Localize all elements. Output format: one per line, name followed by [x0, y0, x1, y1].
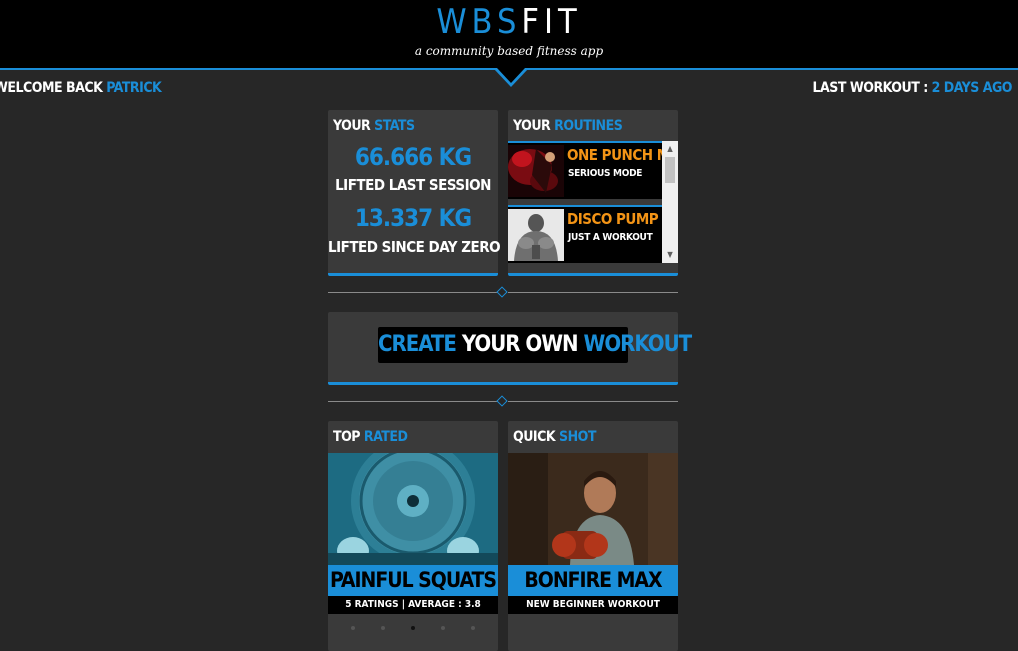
- quick-shot-title: QUICK SHOT: [513, 429, 596, 445]
- section-divider: [328, 292, 498, 293]
- routine-name: DISCO PUMP: [567, 210, 659, 228]
- quick-shot-subtitle: NEW BEGINNER WORKOUT: [508, 596, 678, 614]
- last-session-value: 66.666 KG: [354, 143, 472, 171]
- routines-list[interactable]: ONE PUNCH MAN SERIOUS MODE DISCO PUMP JU…: [508, 141, 678, 263]
- user-name[interactable]: PATRICK: [106, 80, 162, 96]
- last-workout-status: LAST WORKOUT : 2 DAYS AGO: [812, 80, 1013, 96]
- stats-card-title: YOUR STATS: [333, 118, 415, 134]
- routine-subtitle: SERIOUS MODE: [568, 168, 643, 179]
- routines-card-title: YOUR ROUTINES: [513, 118, 623, 134]
- quick-shot-card[interactable]: QUICK SHOT BONFIRE MAX NEW BEGINNER WORK…: [508, 421, 678, 651]
- section-divider: [508, 292, 678, 293]
- since-day-zero-label: LIFTED SINCE DAY ZERO: [328, 238, 501, 256]
- stats-card: YOUR STATS 66.666 KG LIFTED LAST SESSION…: [328, 110, 501, 276]
- routines-scrollbar[interactable]: ▲ ▼: [662, 141, 678, 263]
- last-session-label: LIFTED LAST SESSION: [335, 176, 491, 194]
- routine-thumbnail: [508, 209, 564, 261]
- app-tagline: a community based fitness app: [414, 44, 604, 58]
- routine-thumbnail: [508, 145, 564, 197]
- routine-item-one-punch-man[interactable]: ONE PUNCH MAN SERIOUS MODE: [508, 141, 678, 199]
- header-notch-inner: [497, 68, 525, 83]
- top-rated-rating: 5 RATINGS | AVERAGE : 3.8: [328, 596, 498, 614]
- section-divider: [508, 401, 678, 402]
- routines-card: YOUR ROUTINES ONE PUNCH MAN SERIOUS MODE: [508, 110, 678, 276]
- welcome-message: WELCOME BACK PATRICK: [0, 80, 162, 96]
- app-header: WBSFIT a community based fitness app: [0, 0, 1018, 70]
- create-workout-button[interactable]: CREATE YOUR OWN WORKOUT: [378, 327, 692, 363]
- routine-item-disco-pump[interactable]: DISCO PUMP JUST A WORKOUT: [508, 205, 662, 263]
- carousel-dot[interactable]: [441, 626, 445, 630]
- carousel-dot[interactable]: [471, 626, 475, 630]
- since-day-zero-value: 13.337 KG: [354, 204, 472, 232]
- carousel-dot-active[interactable]: [411, 626, 415, 630]
- quick-shot-name: BONFIRE MAX: [508, 565, 678, 596]
- create-workout-card: CREATE YOUR OWN WORKOUT: [328, 312, 692, 385]
- divider-diamond-icon: [496, 395, 508, 407]
- top-rated-image: [328, 453, 498, 565]
- top-rated-title: TOP RATED: [333, 429, 408, 445]
- top-rated-card[interactable]: TOP RATED PAINFUL SQUATS 5 RATINGS | AVE…: [328, 421, 498, 651]
- app-logo[interactable]: WBSFIT: [0, 2, 1018, 42]
- section-divider: [328, 401, 498, 402]
- carousel-dot[interactable]: [351, 626, 355, 630]
- scroll-up-icon[interactable]: ▲: [662, 143, 678, 155]
- routine-subtitle: JUST A WORKOUT: [568, 232, 653, 243]
- top-rated-name: PAINFUL SQUATS: [328, 565, 498, 596]
- scroll-down-icon[interactable]: ▼: [662, 249, 678, 261]
- carousel-dot[interactable]: [381, 626, 385, 630]
- divider-diamond-icon: [496, 286, 508, 298]
- scrollbar-thumb[interactable]: [665, 157, 675, 183]
- quick-shot-image: [508, 453, 678, 565]
